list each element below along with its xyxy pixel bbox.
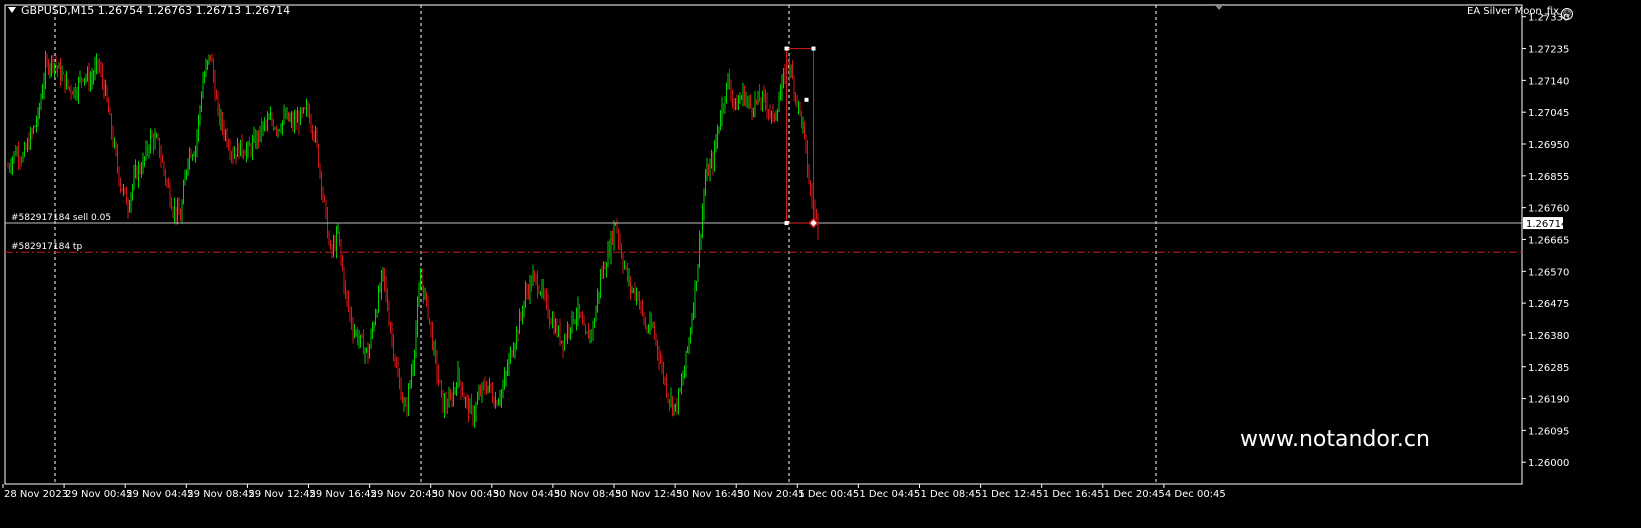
shift-marker-icon[interactable] — [1214, 4, 1224, 10]
y-tick-label: 1.27235 — [1528, 45, 1569, 56]
y-tick-label: 1.26000 — [1528, 458, 1569, 469]
watermark: www.notandor.cn — [1240, 427, 1430, 452]
rectangle-handle[interactable] — [784, 221, 789, 226]
x-tick-label: 30 Nov 00:45 — [432, 489, 499, 500]
symbol-quote: GBPUSD,M15 1.26754 1.26763 1.26713 1.267… — [21, 4, 291, 17]
current-price-label: 1.26714 — [1526, 219, 1567, 230]
x-tick-label: 29 Nov 00:45 — [65, 489, 132, 500]
x-tick-label: 29 Nov 04:45 — [126, 489, 193, 500]
y-tick-label: 1.26475 — [1528, 299, 1569, 310]
y-tick-label: 1.26190 — [1528, 395, 1569, 406]
x-tick-label: 1 Dec 04:45 — [859, 489, 920, 500]
x-tick-label: 1 Dec 08:45 — [921, 489, 982, 500]
expert-advisor-label[interactable]: EA Silver Moon_fix ☺ — [1467, 6, 1573, 20]
y-tick-label: 1.26095 — [1528, 426, 1569, 437]
x-tick-label: 30 Nov 04:45 — [493, 489, 560, 500]
x-tick-label: 29 Nov 16:45 — [310, 489, 377, 500]
y-tick-label: 1.26285 — [1528, 363, 1569, 374]
chart-frame — [4, 4, 1523, 485]
y-tick-label: 1.27140 — [1528, 76, 1569, 87]
y-tick-label: 1.26950 — [1528, 140, 1569, 151]
rectangle-handle[interactable] — [811, 46, 816, 51]
collapse-triangle-icon[interactable] — [8, 7, 16, 13]
candles — [7, 50, 819, 428]
x-tick-label: 30 Nov 20:45 — [737, 489, 804, 500]
x-tick-label: 1 Dec 12:45 — [982, 489, 1043, 500]
x-tick-label: 1 Dec 20:45 — [1104, 489, 1165, 500]
x-tick-label: 29 Nov 12:45 — [248, 489, 315, 500]
x-tick-label: 29 Nov 20:45 — [371, 489, 438, 500]
y-tick-label: 1.26380 — [1528, 331, 1569, 342]
symbol-header[interactable]: GBPUSD,M15 1.26754 1.26763 1.26713 1.267… — [8, 4, 290, 17]
y-tick-label: 1.26760 — [1528, 204, 1569, 215]
rectangle-handle[interactable] — [804, 97, 809, 102]
y-tick-label: 1.27045 — [1528, 108, 1569, 119]
smiley-icon[interactable]: ☺ — [1561, 8, 1573, 20]
ea-name: EA Silver Moon_fix — [1466, 6, 1559, 17]
x-tick-label: 30 Nov 16:45 — [676, 489, 743, 500]
y-tick-label: 1.26855 — [1528, 172, 1569, 183]
x-tick-label: 28 Nov 2023 — [4, 489, 68, 500]
x-tick-label: 30 Nov 12:45 — [615, 489, 682, 500]
order-line-label: #582917184 sell 0.05 — [11, 213, 111, 223]
take-profit-label: #582917184 tp — [11, 242, 82, 252]
x-tick-label: 29 Nov 08:45 — [187, 489, 254, 500]
x-tick-label: 4 Dec 00:45 — [1165, 489, 1226, 500]
x-tick-label: 1 Dec 16:45 — [1043, 489, 1104, 500]
y-tick-label: 1.26665 — [1528, 235, 1569, 246]
x-tick-label: 30 Nov 08:45 — [554, 489, 621, 500]
x-tick-label: 1 Dec 00:45 — [798, 489, 859, 500]
rectangle-handle[interactable] — [784, 46, 789, 51]
y-tick-label: 1.26570 — [1528, 267, 1569, 278]
price-marker-icon[interactable] — [808, 217, 819, 229]
